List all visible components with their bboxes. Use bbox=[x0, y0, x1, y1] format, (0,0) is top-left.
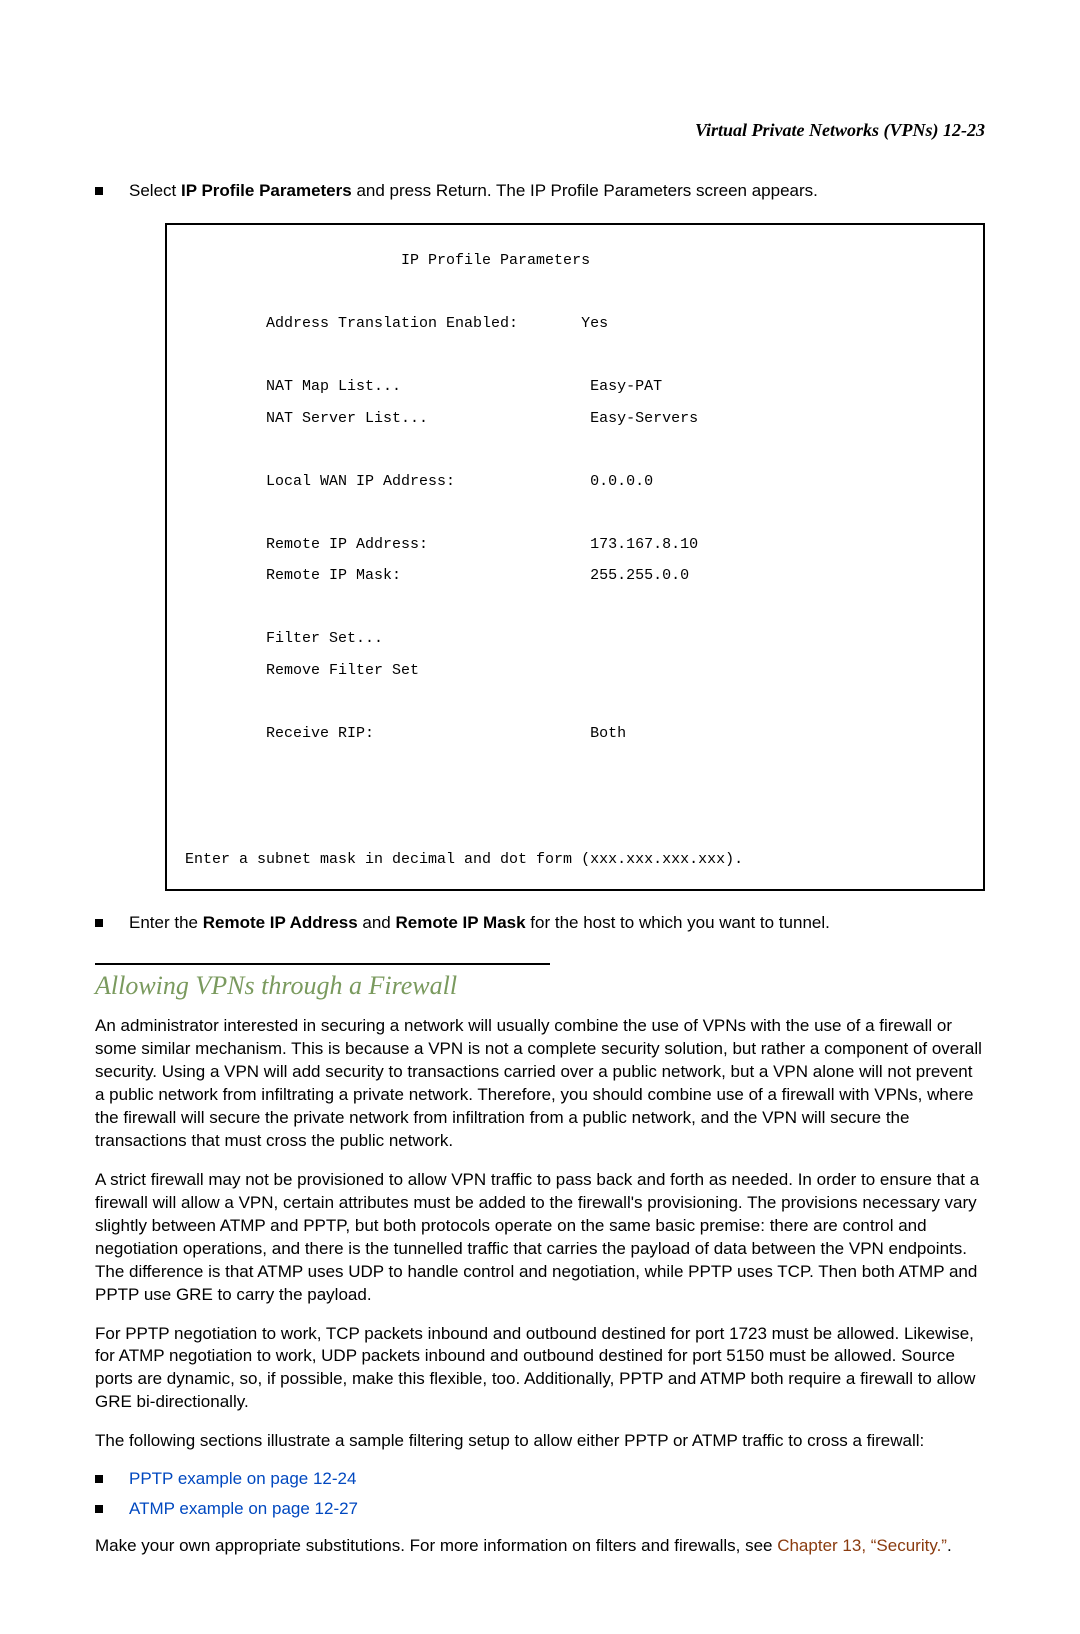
terminal-line: NAT Map List... Easy-PAT bbox=[185, 379, 965, 395]
terminal-hint: Enter a subnet mask in decimal and dot f… bbox=[185, 852, 965, 868]
closing-paragraph: Make your own appropriate substitutions.… bbox=[95, 1535, 985, 1558]
step-select-ip-profile: Select IP Profile Parameters and press R… bbox=[95, 181, 985, 201]
terminal-blank bbox=[185, 757, 965, 773]
bullet-square-icon bbox=[95, 187, 103, 195]
xref-bullet-list: PPTP example on page 12-24 ATMP example … bbox=[95, 1469, 985, 1519]
terminal-blank bbox=[185, 694, 965, 710]
text-bold-2: Remote IP Mask bbox=[395, 913, 525, 932]
terminal-blank bbox=[185, 442, 965, 458]
terminal-blank bbox=[185, 600, 965, 616]
step-enter-remote-ip: Enter the Remote IP Address and Remote I… bbox=[95, 913, 985, 933]
xref-link-atmp[interactable]: ATMP example on page 12-27 bbox=[129, 1499, 985, 1519]
text-post: . bbox=[947, 1536, 952, 1555]
terminal-line: Filter Set... bbox=[185, 631, 965, 647]
text-bold: IP Profile Parameters bbox=[181, 181, 352, 200]
terminal-line: Address Translation Enabled: Yes bbox=[185, 316, 965, 332]
bullet-square-icon bbox=[95, 1475, 103, 1483]
step-text: Enter the Remote IP Address and Remote I… bbox=[129, 913, 985, 933]
terminal-blank bbox=[185, 505, 965, 521]
list-item: ATMP example on page 12-27 bbox=[95, 1499, 985, 1519]
xref-link-pptp[interactable]: PPTP example on page 12-24 bbox=[129, 1469, 985, 1489]
terminal-line: Remote IP Address: 173.167.8.10 bbox=[185, 537, 965, 553]
section-heading: Allowing VPNs through a Firewall bbox=[95, 971, 985, 1001]
text-post: for the host to which you want to tunnel… bbox=[526, 913, 830, 932]
list-item: PPTP example on page 12-24 bbox=[95, 1469, 985, 1489]
text-pre: Enter the bbox=[129, 913, 203, 932]
step-text: Select IP Profile Parameters and press R… bbox=[129, 181, 985, 201]
terminal-line: Remove Filter Set bbox=[185, 663, 965, 679]
terminal-line: Local WAN IP Address: 0.0.0.0 bbox=[185, 474, 965, 490]
bullet-square-icon bbox=[95, 1505, 103, 1513]
text-pre: Make your own appropriate substitutions.… bbox=[95, 1536, 777, 1555]
terminal-blank bbox=[185, 820, 965, 836]
terminal-screenshot: IP Profile Parameters Address Translatio… bbox=[165, 223, 985, 891]
terminal-blank bbox=[185, 348, 965, 364]
xref-link-chapter[interactable]: Chapter 13, “Security.” bbox=[777, 1536, 947, 1555]
terminal-line: Remote IP Mask: 255.255.0.0 bbox=[185, 568, 965, 584]
section-rule bbox=[95, 963, 550, 965]
paragraph: An administrator interested in securing … bbox=[95, 1015, 985, 1153]
text-pre: Select bbox=[129, 181, 181, 200]
terminal-line: Receive RIP: Both bbox=[185, 726, 965, 742]
page-container: Virtual Private Networks (VPNs) 12-23 Se… bbox=[0, 0, 1080, 1634]
text-mid: and bbox=[358, 913, 396, 932]
terminal-title: IP Profile Parameters bbox=[185, 253, 965, 269]
terminal-line: NAT Server List... Easy-Servers bbox=[185, 411, 965, 427]
paragraph: The following sections illustrate a samp… bbox=[95, 1430, 985, 1453]
text-bold-1: Remote IP Address bbox=[203, 913, 358, 932]
text-post: and press Return. The IP Profile Paramet… bbox=[352, 181, 818, 200]
running-header: Virtual Private Networks (VPNs) 12-23 bbox=[95, 120, 985, 141]
terminal-blank bbox=[185, 285, 965, 301]
paragraph: For PPTP negotiation to work, TCP packet… bbox=[95, 1323, 985, 1415]
terminal-blank bbox=[185, 789, 965, 805]
bullet-square-icon bbox=[95, 919, 103, 927]
paragraph: A strict firewall may not be provisioned… bbox=[95, 1169, 985, 1307]
